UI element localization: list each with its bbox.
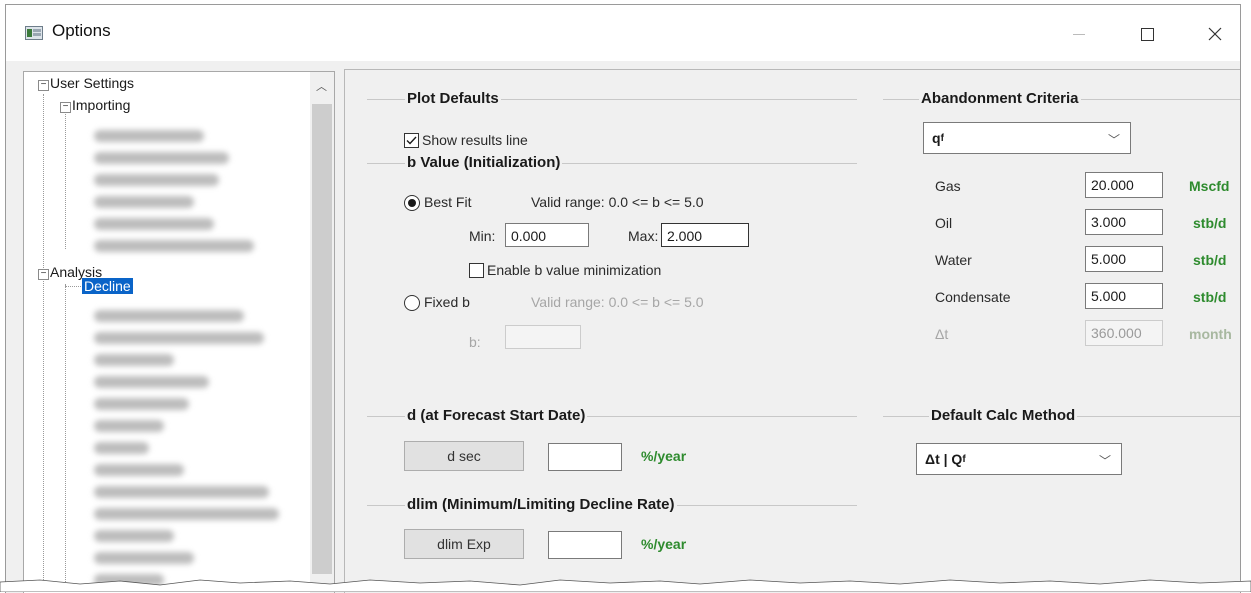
close-icon: [1208, 27, 1222, 41]
best-fit-label[interactable]: Best Fit: [424, 194, 471, 210]
blurred-tree-item[interactable]: [94, 152, 229, 164]
fixed-b-input[interactable]: [505, 325, 581, 349]
minimize-icon: [1073, 33, 1085, 35]
blurred-tree-item[interactable]: [94, 310, 244, 322]
abandon-condensate-unit: stb/d: [1193, 289, 1227, 305]
calc-method-value: Δt | Q: [925, 451, 963, 467]
dlim-value-input[interactable]: [548, 531, 622, 559]
blurred-tree-item[interactable]: [94, 240, 254, 252]
collapse-icon[interactable]: −: [38, 269, 49, 280]
tree-connector: [65, 114, 66, 249]
abandon-water-unit: stb/d: [1193, 252, 1227, 268]
dlim-title: dlim (Minimum/Limiting Decline Rate): [405, 496, 677, 513]
options-window: Options − User Settings − Importing − An…: [5, 4, 1241, 593]
blurred-tree-item[interactable]: [94, 332, 264, 344]
blurred-tree-item[interactable]: [94, 130, 204, 142]
abandon-dt-input[interactable]: 360.000: [1085, 320, 1163, 346]
max-label: Max:: [628, 228, 659, 244]
torn-edge-decoration: [0, 579, 1251, 592]
fixed-b-range: Valid range: 0.0 <= b <= 5.0: [531, 294, 704, 310]
abandonment-selector-value: q: [932, 130, 941, 146]
show-results-line-checkbox[interactable]: [404, 133, 419, 148]
decline-settings-panel: Plot Defaults Show results line b Value …: [344, 69, 1240, 593]
blurred-tree-item[interactable]: [94, 218, 214, 230]
abandon-dt-unit: month: [1189, 326, 1232, 342]
abandon-gas-input[interactable]: 20.000: [1085, 172, 1163, 198]
close-button[interactable]: [1192, 15, 1238, 53]
fixed-b-label[interactable]: Fixed b: [424, 294, 470, 310]
settings-tree[interactable]: − User Settings − Importing − Analysis D…: [23, 71, 335, 593]
blurred-tree-item[interactable]: [94, 464, 184, 476]
chevron-down-icon: ﹀: [1107, 133, 1120, 147]
tree-connector: [65, 284, 66, 593]
abandon-water-label: Water: [935, 252, 972, 268]
tree-scrollbar[interactable]: ︿: [310, 72, 334, 593]
calc-method-subscript: f: [962, 453, 966, 465]
abandonment-selector[interactable]: qf ﹀: [923, 122, 1131, 154]
enable-b-minimization-checkbox[interactable]: [469, 263, 484, 278]
d-unit-label: %/year: [641, 448, 687, 464]
collapse-icon[interactable]: −: [60, 102, 71, 113]
abandon-dt-label: Δt: [935, 326, 949, 342]
b-value-title: b Value (Initialization): [405, 154, 563, 171]
checkmark-icon: [406, 136, 417, 145]
tree-node-importing[interactable]: Importing: [72, 97, 130, 113]
blurred-tree-item[interactable]: [94, 530, 174, 542]
maximize-icon: [1140, 27, 1154, 41]
abandon-condensate-input[interactable]: 5.000: [1085, 283, 1163, 309]
d-sec-button[interactable]: d sec: [404, 441, 524, 471]
b-label: b:: [469, 334, 481, 350]
b-max-input[interactable]: 2.000: [661, 223, 749, 247]
abandon-condensate-label: Condensate: [935, 289, 1011, 305]
best-fit-radio[interactable]: [404, 195, 420, 211]
tree-node-decline[interactable]: Decline: [82, 278, 133, 294]
show-results-line-label[interactable]: Show results line: [422, 132, 528, 148]
scrollbar-thumb[interactable]: [312, 104, 332, 574]
blurred-tree-item[interactable]: [94, 420, 164, 432]
blurred-tree-item[interactable]: [94, 354, 174, 366]
chevron-down-icon: ﹀: [1098, 454, 1111, 468]
blurred-tree-item[interactable]: [94, 196, 194, 208]
maximize-button[interactable]: [1124, 15, 1170, 53]
tree-connector: [65, 286, 81, 287]
abandon-oil-label: Oil: [935, 215, 953, 231]
abandon-water-input[interactable]: 5.000: [1085, 246, 1163, 272]
dialog-content: − User Settings − Importing − Analysis D…: [6, 61, 1240, 593]
abandon-gas-label: Gas: [935, 178, 961, 194]
d-value-input[interactable]: [548, 443, 622, 471]
plot-defaults-title: Plot Defaults: [405, 90, 501, 107]
tree-node-user-settings[interactable]: User Settings: [50, 75, 134, 91]
abandonment-selector-subscript: f: [940, 132, 944, 144]
window-title: Options: [52, 21, 111, 40]
blurred-tree-item[interactable]: [94, 508, 279, 520]
blurred-tree-item[interactable]: [94, 552, 194, 564]
min-label: Min:: [469, 228, 496, 244]
b-min-input[interactable]: 0.000: [505, 223, 589, 247]
blurred-tree-item[interactable]: [94, 174, 219, 186]
blurred-tree-item[interactable]: [94, 398, 189, 410]
abandon-oil-unit: stb/d: [1193, 215, 1227, 231]
fixed-b-radio[interactable]: [404, 295, 420, 311]
d-forecast-title: d (at Forecast Start Date): [405, 407, 588, 424]
dlim-unit-label: %/year: [641, 536, 687, 552]
abandon-oil-input[interactable]: 3.000: [1085, 209, 1163, 235]
title-bar: Options: [6, 5, 1240, 61]
calc-method-title: Default Calc Method: [929, 407, 1078, 424]
tree-connector: [43, 94, 44, 593]
abandon-gas-unit: Mscfd: [1189, 178, 1230, 194]
blurred-tree-item[interactable]: [94, 376, 209, 388]
minimize-button[interactable]: [1056, 15, 1102, 53]
collapse-icon[interactable]: −: [38, 80, 49, 91]
options-app-icon: [25, 26, 43, 40]
blurred-tree-item[interactable]: [94, 486, 269, 498]
scroll-up-icon[interactable]: ︿: [316, 78, 328, 93]
abandonment-title: Abandonment Criteria: [919, 90, 1081, 107]
blurred-tree-item[interactable]: [94, 442, 149, 454]
calc-method-selector[interactable]: Δt | Qf ﹀: [916, 443, 1122, 475]
enable-b-minimization-label[interactable]: Enable b value minimization: [487, 262, 661, 278]
best-fit-range: Valid range: 0.0 <= b <= 5.0: [531, 194, 704, 210]
dlim-exp-button[interactable]: dlim Exp: [404, 529, 524, 559]
